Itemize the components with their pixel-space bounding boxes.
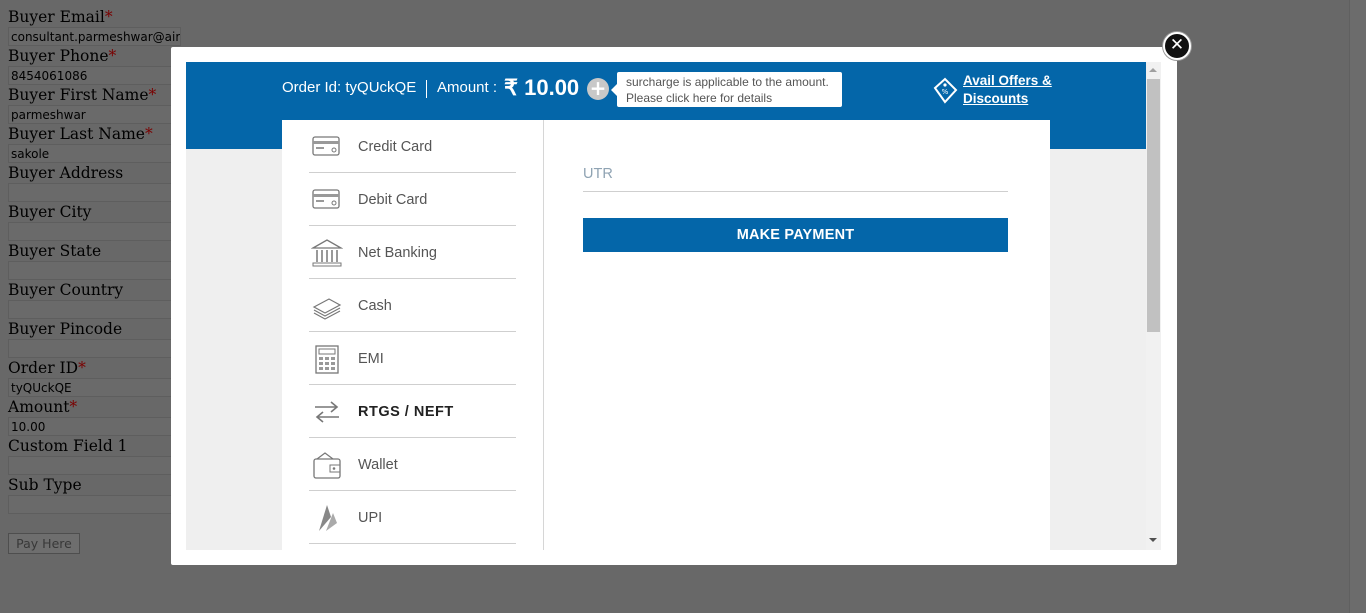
payment-method-item[interactable]: Debit Card xyxy=(309,173,516,226)
form-label: Buyer Country xyxy=(8,281,183,300)
form-label-text: Buyer Address xyxy=(8,164,124,182)
debit-card-icon xyxy=(312,189,340,209)
form-label: Buyer Phone* xyxy=(8,47,183,66)
svg-text:%: % xyxy=(942,88,949,96)
payment-method-item[interactable]: Wallet xyxy=(309,438,516,491)
required-mark: * xyxy=(108,47,117,65)
form-label: Sub Type xyxy=(8,476,183,495)
form-label: Buyer City xyxy=(8,203,183,222)
required-mark: * xyxy=(104,8,113,26)
form-label-text: Order ID xyxy=(8,359,79,377)
avail-offers-link[interactable]: Avail Offers & Discounts xyxy=(963,72,1052,108)
form-label-text: Buyer State xyxy=(8,242,102,260)
header-divider xyxy=(426,80,427,98)
amount-label: Amount : xyxy=(437,79,498,96)
credit-card-icon xyxy=(312,136,340,156)
transfer-icon xyxy=(315,401,339,423)
required-mark: * xyxy=(148,86,157,104)
scroll-up-arrow[interactable] xyxy=(1149,68,1157,72)
payment-method-label: UPI xyxy=(358,510,383,526)
payment-method-label: Cash xyxy=(358,298,392,314)
payment-method-item[interactable]: Credit Card xyxy=(309,120,516,173)
panel-divider xyxy=(543,120,544,550)
buyer-form: Buyer Email* consultant.parmeshwar@airp Bu… xyxy=(8,8,183,515)
order-id-text: Order Id: tyQUckQE xyxy=(282,79,417,96)
page-scrollbar[interactable] xyxy=(1349,0,1366,613)
amount-value: ₹ 10.00 xyxy=(504,75,580,100)
form-input[interactable]: 8454061086 xyxy=(8,66,181,85)
form-input[interactable] xyxy=(8,261,181,280)
payment-method-label: Wallet xyxy=(358,457,398,473)
form-input[interactable]: tyQUckQE xyxy=(8,378,181,397)
payment-method-label: RTGS / NEFT xyxy=(358,404,454,420)
payment-panel: Credit Card Debit Card Net Banking Cash EMI R… xyxy=(282,120,1050,550)
required-mark: * xyxy=(78,359,86,377)
payment-method-item[interactable]: RTGS / NEFT xyxy=(309,385,516,438)
cash-icon xyxy=(312,298,342,320)
payment-modal: Order Id: tyQUckQE Amount : ₹ 10.00 + su… xyxy=(171,47,1177,565)
utr-input[interactable] xyxy=(583,156,1008,192)
payment-method-item[interactable]: Cash xyxy=(309,279,516,332)
make-payment-button[interactable]: MAKE PAYMENT xyxy=(583,218,1008,252)
form-label-text: Buyer First Name xyxy=(8,86,149,104)
form-input[interactable] xyxy=(8,495,181,514)
bank-icon xyxy=(311,239,343,267)
plus-icon[interactable]: + xyxy=(587,78,609,100)
required-mark: * xyxy=(69,398,78,416)
payment-method-menu: Credit Card Debit Card Net Banking Cash EMI R… xyxy=(309,120,516,544)
form-input[interactable] xyxy=(8,183,181,202)
payment-frame: Order Id: tyQUckQE Amount : ₹ 10.00 + su… xyxy=(186,62,1146,550)
form-label-text: Buyer City xyxy=(8,203,92,221)
form-label: Buyer Pincode xyxy=(8,320,183,339)
form-label-text: Sub Type xyxy=(8,476,82,494)
offer-tag-icon[interactable]: % xyxy=(931,76,959,106)
surcharge-tooltip[interactable]: surcharge is applicable to the amount. P… xyxy=(611,72,842,107)
payment-method-item[interactable]: Net Banking xyxy=(309,226,516,279)
form-label-text: Buyer Phone xyxy=(8,47,109,65)
payment-method-label: EMI xyxy=(358,351,384,367)
form-input[interactable]: sakole xyxy=(8,144,181,163)
payment-method-label: Net Banking xyxy=(358,245,437,261)
payment-method-label: Debit Card xyxy=(358,192,428,208)
payment-method-label: Credit Card xyxy=(358,139,433,155)
form-label: Order ID* xyxy=(8,359,183,378)
form-label: Custom Field 1 xyxy=(8,437,183,456)
form-input[interactable]: parmeshwar xyxy=(8,105,181,124)
form-input[interactable] xyxy=(8,300,181,319)
pay-here-button[interactable]: Pay Here xyxy=(8,533,80,554)
form-label-text: Buyer Country xyxy=(8,281,124,299)
offers-line-2: Discounts xyxy=(963,91,1029,106)
form-label: Amount* xyxy=(8,398,183,417)
modal-scrollbar[interactable] xyxy=(1146,62,1161,550)
scroll-down-arrow[interactable] xyxy=(1149,538,1157,542)
wallet-icon xyxy=(313,452,341,479)
form-input[interactable]: 10.00 xyxy=(8,417,181,436)
scroll-thumb[interactable] xyxy=(1147,79,1160,332)
payment-method-item[interactable]: UPI xyxy=(309,491,516,544)
form-label-text: Buyer Pincode xyxy=(8,320,123,338)
form-label-text: Buyer Email xyxy=(8,8,105,26)
payment-method-item[interactable]: EMI xyxy=(309,332,516,385)
form-input[interactable] xyxy=(8,339,181,358)
form-label: Buyer Last Name* xyxy=(8,125,183,144)
form-label-text: Amount xyxy=(8,398,70,416)
offers-line-1: Avail Offers & xyxy=(963,73,1052,88)
form-label: Buyer State xyxy=(8,242,183,261)
form-input[interactable] xyxy=(8,222,181,241)
calculator-icon xyxy=(315,345,339,374)
upi-icon xyxy=(319,505,337,531)
form-label: Buyer Address xyxy=(8,164,183,183)
close-icon[interactable]: ✕ xyxy=(1163,32,1191,60)
form-label: Buyer First Name* xyxy=(8,86,183,105)
form-label-text: Buyer Last Name xyxy=(8,125,145,143)
form-input[interactable] xyxy=(8,456,181,475)
form-input[interactable]: consultant.parmeshwar@airp xyxy=(8,27,181,46)
form-label-text: Custom Field 1 xyxy=(8,437,128,455)
form-label: Buyer Email* xyxy=(8,8,183,27)
required-mark: * xyxy=(144,125,153,143)
